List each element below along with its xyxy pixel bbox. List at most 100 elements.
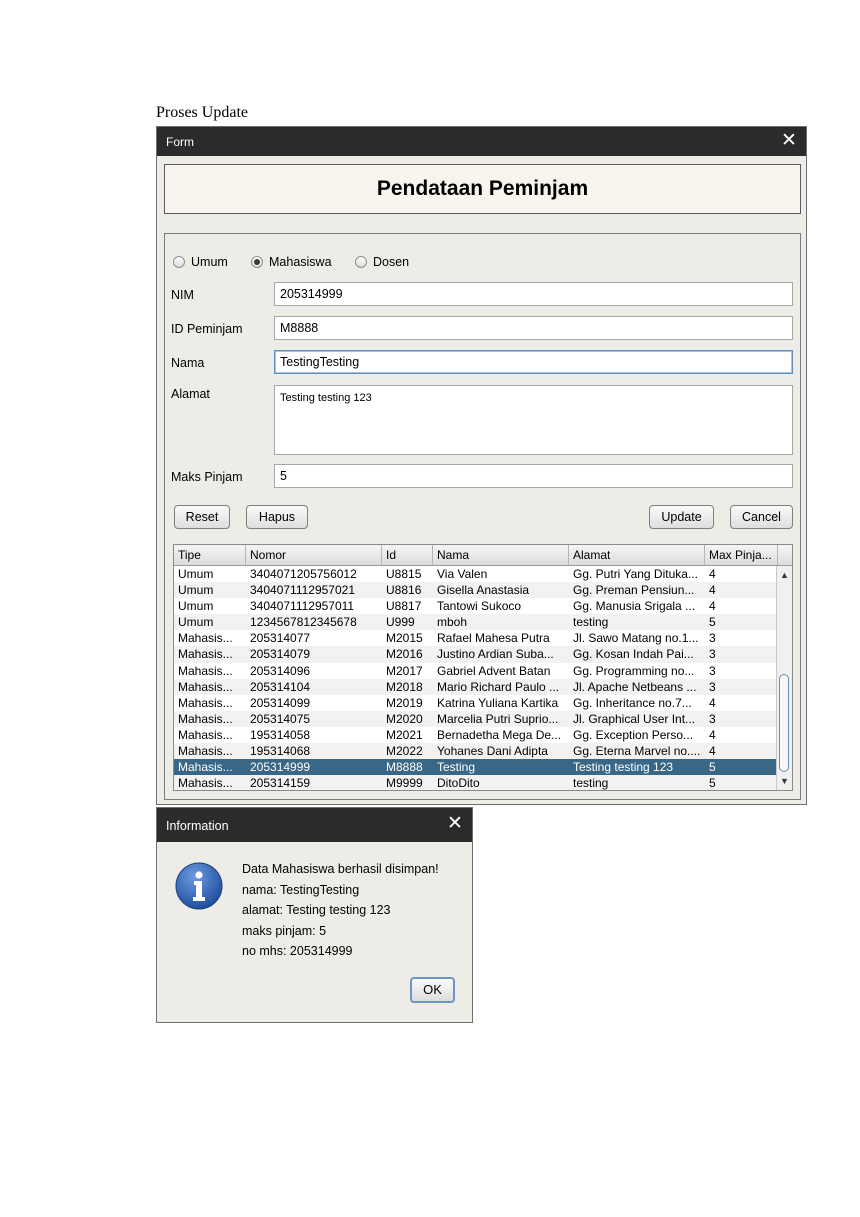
cell-alamat: testing — [573, 615, 609, 630]
table-row[interactable]: Umum 3404071112957021 U8816 Gisella Anastas… — [174, 582, 778, 599]
table-row[interactable]: Mahasis... 205314999 M8888 Testing Testing t… — [174, 759, 778, 776]
cell-alamat: Gg. Exception Perso... — [573, 727, 694, 742]
cell-nomor: 205314099 — [250, 695, 311, 710]
cell-alamat: Testing testing 123 — [573, 760, 674, 775]
cell-tipe: Mahasis... — [178, 776, 233, 791]
cell-alamat: Gg. Putri Yang Dituka... — [573, 567, 698, 581]
form-window: Form ✕ Pendataan Peminjam Umum Mahasiswa… — [156, 126, 807, 805]
reset-button[interactable]: Reset — [174, 505, 230, 529]
peminjam-table: Tipe Nomor Id Nama Alamat Max Pinja... U… — [173, 544, 793, 791]
message-line: no mhs: 205314999 — [242, 944, 353, 958]
scrollbar-thumb[interactable] — [779, 674, 789, 772]
ok-button[interactable]: OK — [410, 977, 455, 1003]
id-peminjam-field[interactable]: M8888 — [274, 316, 793, 340]
message-line: nama: TestingTesting — [242, 882, 360, 897]
update-button[interactable]: Update — [649, 505, 714, 529]
close-icon[interactable]: ✕ — [778, 130, 800, 152]
table-row[interactable]: Umum 3404071112957011 U8817 Tantowi Sukoco G… — [174, 598, 778, 614]
nama-field[interactable]: TestingTesting — [274, 350, 793, 374]
table-row[interactable]: Mahasis... 195314068 M2022 Yohanes Dani Adi… — [174, 743, 778, 760]
cell-nama: Justino Ardian Suba... — [437, 647, 554, 662]
radio-mahasiswa[interactable]: Mahasiswa — [251, 253, 332, 271]
cell-id: M2016 — [386, 647, 423, 662]
cell-tipe: Umum — [178, 599, 214, 614]
cell-nama: Testing — [437, 760, 476, 775]
information-dialog: Information ✕ Data Mahasiswa berhasil di… — [156, 807, 473, 1023]
table-row[interactable]: Mahasis... 205314159 M9999 DitoDito testing 5 — [174, 775, 778, 791]
dialog-close-icon[interactable]: ✕ — [444, 813, 466, 835]
dialog-titlebar[interactable]: Information ✕ — [157, 808, 472, 842]
cell-alamat: Gg. Manusia Srigala ... — [573, 599, 696, 614]
cell-tipe: Umum — [178, 583, 214, 598]
column-header-nama[interactable]: Nama — [433, 545, 569, 565]
cell-id: U8815 — [386, 567, 422, 581]
column-header-max-pinjam[interactable]: Max Pinja... — [705, 545, 778, 565]
radio-dosen-indicator[interactable] — [355, 256, 367, 268]
scroll-down-arrow-icon[interactable]: ▼ — [777, 774, 792, 788]
column-header-alamat[interactable]: Alamat — [569, 545, 705, 565]
cell-tipe: Mahasis... — [178, 647, 233, 662]
column-header-id[interactable]: Id — [382, 545, 433, 565]
cell-id: U8817 — [386, 599, 422, 614]
cell-tipe: Umum — [178, 615, 214, 630]
cell-nomor: 3404071205756012 — [250, 567, 357, 581]
cell-nama: Katrina Yuliana Kartika — [437, 695, 559, 710]
form-titlebar[interactable]: Form ✕ — [157, 127, 806, 156]
cell-nomor: 3404071112957011 — [250, 599, 355, 614]
cell-alamat: testing — [573, 776, 609, 791]
cell-nomor: 205314104 — [250, 679, 311, 694]
cell-max-pinjam: 3 — [709, 711, 716, 726]
radio-umum[interactable]: Umum — [173, 253, 228, 271]
cell-nomor: 205314079 — [250, 647, 311, 662]
cell-nama: Via Valen — [437, 567, 488, 581]
radio-mahasiswa-indicator[interactable] — [251, 256, 263, 268]
table-scrollbar[interactable]: ▲ ▼ — [776, 566, 792, 790]
table-row[interactable]: Mahasis... 205314099 M2019 Katrina Yuliana … — [174, 695, 778, 711]
cell-tipe: Mahasis... — [178, 760, 233, 775]
cell-nomor: 205314159 — [250, 776, 311, 791]
table-row[interactable]: Mahasis... 195314058 M2021 Bernadetha Mega … — [174, 727, 778, 743]
hapus-button[interactable]: Hapus — [246, 505, 308, 529]
message-line: Data Mahasiswa berhasil disimpan! — [242, 862, 439, 876]
cell-alamat: Gg. Eterna Marvel no.... — [573, 744, 701, 759]
column-header-tipe[interactable]: Tipe — [174, 545, 246, 565]
cell-max-pinjam: 3 — [709, 647, 716, 662]
cell-id: U8816 — [386, 583, 422, 598]
cell-nomor: 195314068 — [250, 744, 311, 759]
table-row[interactable]: Mahasis... 205314096 M2017 Gabriel Advent B… — [174, 663, 778, 679]
cell-id: M2017 — [386, 663, 423, 678]
radio-umum-indicator[interactable] — [173, 256, 185, 268]
cell-alamat: Gg. Preman Pensiun... — [573, 583, 695, 598]
table-row[interactable]: Mahasis... 205314104 M2018 Mario Richard Pa… — [174, 678, 778, 695]
table-row[interactable]: Mahasis... 205314075 M2020 Marcelia Putri S… — [174, 710, 778, 727]
alamat-textarea[interactable]: Testing testing 123 — [274, 385, 793, 455]
cell-id: M2019 — [386, 695, 423, 710]
table-body: Umum 3404071205756012 U8815 Via Valen Gg. Pu… — [174, 566, 778, 791]
cell-max-pinjam: 3 — [709, 679, 716, 694]
nama-label: Nama — [171, 356, 205, 370]
cell-max-pinjam: 4 — [709, 695, 716, 710]
cancel-button[interactable]: Cancel — [730, 505, 793, 529]
table-row[interactable]: Umum 3404071205756012 U8815 Via Valen Gg. Pu… — [174, 566, 778, 582]
maks-pinjam-field[interactable]: 5 — [274, 464, 793, 488]
table-row[interactable]: Mahasis... 205314077 M2015 Rafael Mahesa Pu… — [174, 630, 778, 646]
table-row[interactable]: Umum 1234567812345678 U999 mboh testing 5 — [174, 614, 778, 631]
cell-nama: Gisella Anastasia — [437, 583, 530, 598]
radio-dosen[interactable]: Dosen — [355, 253, 409, 271]
cell-id: M8888 — [386, 760, 423, 775]
cell-tipe: Mahasis... — [178, 727, 233, 742]
form-window-title: Form — [166, 135, 194, 149]
radio-mahasiswa-label: Mahasiswa — [269, 255, 332, 269]
cell-tipe: Umum — [178, 567, 214, 581]
cell-id: M2018 — [386, 679, 423, 694]
cell-nomor: 1234567812345678 — [250, 615, 357, 630]
column-header-nomor[interactable]: Nomor — [246, 545, 382, 565]
table-row[interactable]: Mahasis... 205314079 M2016 Justino Ardian S… — [174, 646, 778, 663]
radio-dosen-label: Dosen — [373, 255, 410, 269]
scroll-up-arrow-icon[interactable]: ▲ — [777, 568, 792, 582]
dialog-title: Information — [166, 819, 229, 833]
nim-label: NIM — [171, 288, 194, 302]
cell-max-pinjam: 5 — [709, 760, 716, 775]
cell-tipe: Mahasis... — [178, 711, 233, 726]
nim-field[interactable]: 205314999 — [274, 282, 793, 306]
